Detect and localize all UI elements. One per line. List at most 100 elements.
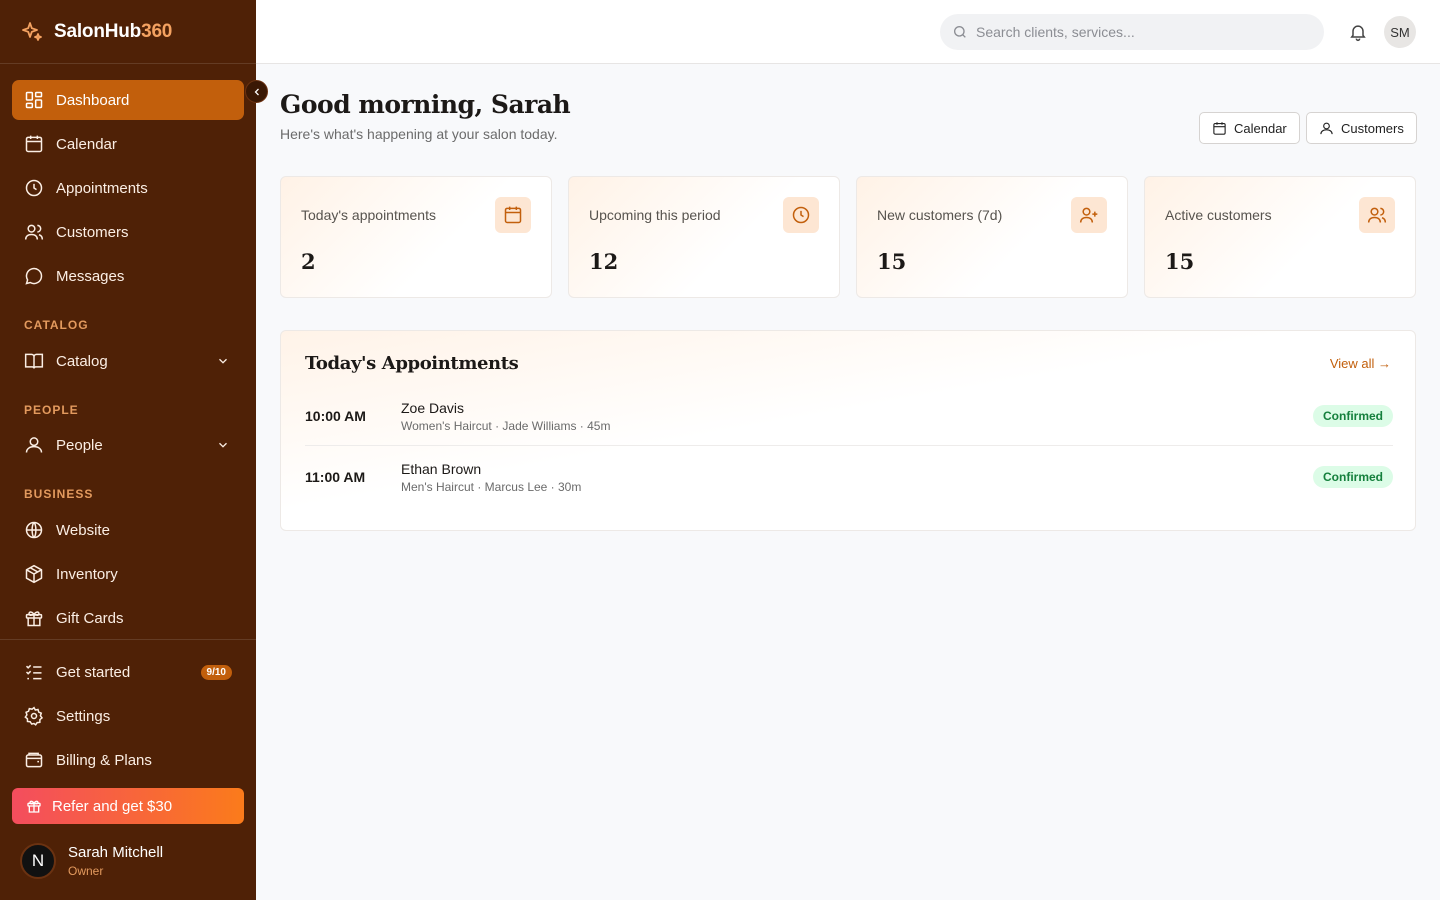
- calendar-button-label: Calendar: [1234, 120, 1287, 136]
- sidebar-item-label: Gift Cards: [56, 609, 124, 627]
- appointment-details: Men's Haircut · Marcus Lee · 30m: [401, 480, 582, 494]
- stat-title: New customers (7d): [877, 207, 1003, 223]
- users-icon: [24, 224, 44, 240]
- calendar-icon: [1213, 121, 1226, 135]
- appointment-client: Zoe Davis: [401, 400, 465, 416]
- calendar-button[interactable]: Calendar: [1199, 112, 1300, 144]
- chevron-down-icon: [219, 442, 227, 448]
- sidebar-item-label: Catalog: [56, 352, 108, 370]
- stat-icon-wrapper: [783, 197, 819, 233]
- user-info: Sarah Mitchell Owner: [68, 844, 163, 878]
- sidebar-item-gift-cards[interactable]: Gift Cards: [12, 598, 244, 638]
- user-plus-icon: [1079, 207, 1098, 223]
- globe-icon: [25, 521, 43, 539]
- user-icon: [1320, 122, 1333, 134]
- gift-icon: [25, 611, 43, 627]
- search-box[interactable]: [940, 14, 1324, 50]
- sidebar-item-website[interactable]: Website: [12, 510, 244, 550]
- sidebar-divider: [0, 639, 256, 640]
- sidebar: SalonHub360 Dashboard Calendar Appointme…: [0, 0, 256, 900]
- user-icon: [25, 437, 43, 453]
- stat-card-todays-appointments[interactable]: Today's appointments 2: [280, 176, 552, 298]
- sidebar-item-label: Appointments: [56, 179, 148, 197]
- status-badge: Confirmed: [1313, 405, 1393, 427]
- dashboard-icon: [25, 91, 43, 109]
- bell-icon[interactable]: [1348, 22, 1368, 42]
- stat-card-upcoming[interactable]: Upcoming this period 12: [568, 176, 840, 298]
- brand-logo[interactable]: SalonHub360: [20, 18, 172, 46]
- stat-title: Upcoming this period: [589, 207, 721, 223]
- wallet-icon: [25, 752, 43, 768]
- sidebar-item-label: Website: [56, 521, 110, 539]
- user-role: Owner: [68, 864, 104, 878]
- sidebar-item-customers[interactable]: Customers: [12, 212, 244, 252]
- calendar-icon: [25, 135, 43, 153]
- view-all-link[interactable]: View all →: [1330, 356, 1391, 371]
- sidebar-item-label: Inventory: [56, 565, 118, 583]
- stat-value: 15: [1165, 249, 1195, 274]
- sparkle-icon: [22, 22, 42, 41]
- sidebar-item-label: Customers: [56, 223, 129, 241]
- stat-value: 2: [301, 249, 316, 274]
- todays-appointments-card: Today's Appointments View all → 10:00 AM…: [280, 330, 1416, 531]
- stat-icon-wrapper: [495, 197, 531, 233]
- status-badge: Confirmed: [1313, 466, 1393, 488]
- stat-value: 15: [877, 249, 907, 274]
- appointment-time: 10:00 AM: [305, 408, 366, 424]
- sidebar-item-catalog[interactable]: Catalog: [12, 341, 244, 381]
- section-title: Today's Appointments: [305, 353, 519, 374]
- sidebar-item-settings[interactable]: Settings: [12, 696, 244, 736]
- brand-divider: [0, 63, 256, 64]
- appointment-row[interactable]: 10:00 AM Zoe Davis Women's Haircut · Jad…: [305, 386, 1393, 446]
- sidebar-item-label: Get started: [56, 663, 131, 681]
- appointment-row[interactable]: 11:00 AM Ethan Brown Men's Haircut · Mar…: [305, 447, 1393, 507]
- brand-name: SalonHub360: [54, 21, 173, 42]
- stat-title: Active customers: [1165, 207, 1272, 223]
- checklist-icon: [25, 664, 42, 680]
- search-input[interactable]: [976, 24, 1306, 40]
- sidebar-item-appointments[interactable]: Appointments: [12, 168, 244, 208]
- stat-card-new-customers[interactable]: New customers (7d) 15: [856, 176, 1128, 298]
- sidebar-item-get-started[interactable]: Get started 9/10: [12, 652, 244, 692]
- section-label-business: BUSINESS: [24, 487, 94, 501]
- users-icon: [1367, 207, 1387, 223]
- sidebar-item-calendar[interactable]: Calendar: [12, 124, 244, 164]
- sidebar-collapse-button[interactable]: [245, 80, 268, 103]
- sidebar-item-dashboard[interactable]: Dashboard: [12, 80, 244, 120]
- customers-button[interactable]: Customers: [1306, 112, 1417, 144]
- page-title: Good morning, Sarah: [280, 90, 571, 119]
- user-profile[interactable]: N Sarah Mitchell Owner: [20, 843, 163, 879]
- section-label-catalog: CATALOG: [24, 318, 89, 332]
- clock-icon: [792, 206, 810, 224]
- book-icon: [24, 353, 44, 369]
- sidebar-item-billing[interactable]: Billing & Plans: [12, 740, 244, 780]
- sidebar-item-inventory[interactable]: Inventory: [12, 554, 244, 594]
- progress-badge: 9/10: [200, 664, 232, 680]
- search-icon: [954, 26, 966, 38]
- sidebar-item-label: Dashboard: [56, 91, 130, 109]
- refer-button[interactable]: Refer and get $30: [12, 788, 244, 824]
- sidebar-item-label: Calendar: [56, 135, 117, 153]
- user-name: Sarah Mitchell: [68, 844, 164, 861]
- top-bar: SM: [256, 0, 1440, 64]
- section-label-people: PEOPLE: [24, 403, 79, 417]
- sidebar-item-label: Billing & Plans: [56, 751, 152, 769]
- stat-title: Today's appointments: [301, 207, 436, 223]
- sidebar-item-messages[interactable]: Messages: [12, 256, 244, 296]
- stat-icon-wrapper: [1071, 197, 1107, 233]
- sidebar-item-label: Messages: [56, 267, 125, 285]
- stat-value: 12: [589, 249, 619, 274]
- clock-icon: [25, 179, 43, 197]
- appointment-client: Ethan Brown: [401, 461, 482, 477]
- gift-icon: [27, 800, 41, 813]
- sidebar-item-people[interactable]: People: [12, 425, 244, 465]
- stat-card-active-customers[interactable]: Active customers 15: [1144, 176, 1416, 298]
- message-icon: [25, 267, 43, 285]
- box-icon: [25, 564, 43, 584]
- user-avatar-button[interactable]: SM: [1384, 16, 1416, 48]
- sidebar-item-label: People: [56, 436, 103, 454]
- page-subtitle: Here's what's happening at your salon to…: [280, 126, 558, 142]
- chevron-left-icon: [254, 88, 259, 95]
- calendar-icon: [504, 206, 522, 224]
- avatar: N: [20, 843, 56, 879]
